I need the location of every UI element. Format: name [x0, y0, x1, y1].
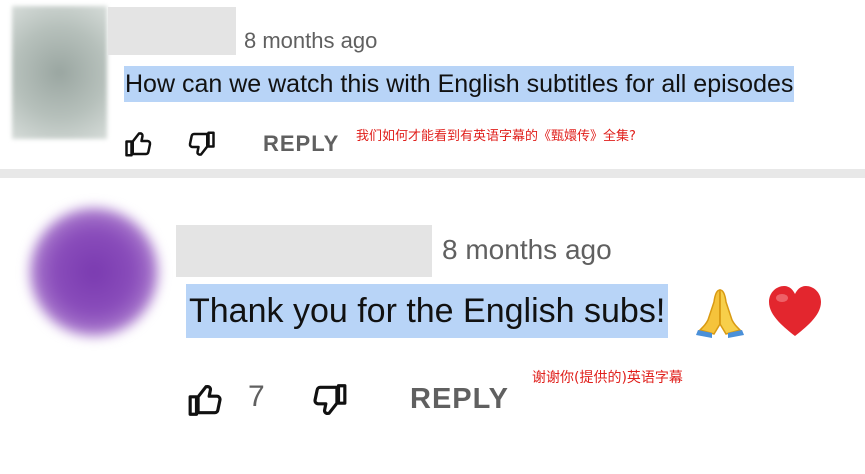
thumbs-down-icon: [188, 131, 215, 156]
translation-annotation: 谢谢你(提供的)英语字幕: [532, 370, 683, 386]
like-count: 7: [248, 380, 265, 413]
like-button[interactable]: [187, 381, 225, 419]
avatar[interactable]: [12, 6, 107, 139]
translation-annotation: 我们如何才能看到有英语字幕的《甄嬛传》全集?: [356, 129, 636, 144]
comment-timestamp[interactable]: 8 months ago: [442, 234, 612, 266]
avatar[interactable]: [30, 208, 158, 336]
comment-timestamp[interactable]: 8 months ago: [244, 28, 377, 54]
thumbs-up-icon: [125, 132, 152, 157]
red-heart-emoji-icon: [765, 282, 825, 340]
thumbs-up-icon: [188, 384, 222, 416]
comment-text: How can we watch this with English subti…: [124, 66, 795, 102]
reply-button[interactable]: REPLY: [263, 131, 339, 157]
comment-card-2: 8 months ago Thank you for the English s…: [0, 178, 865, 474]
author-name-redacted[interactable]: [176, 225, 432, 277]
reply-button[interactable]: REPLY: [410, 383, 509, 416]
author-name-redacted[interactable]: [108, 7, 236, 55]
comment-card-1: 8 months ago How can we watch this with …: [0, 0, 865, 169]
comment-text: Thank you for the English subs!: [186, 284, 669, 338]
dislike-button[interactable]: [310, 381, 348, 419]
dislike-button[interactable]: [186, 129, 216, 159]
folded-hands-emoji-icon: [690, 280, 750, 340]
thumbs-down-icon: [313, 384, 347, 416]
like-button[interactable]: [124, 129, 154, 159]
